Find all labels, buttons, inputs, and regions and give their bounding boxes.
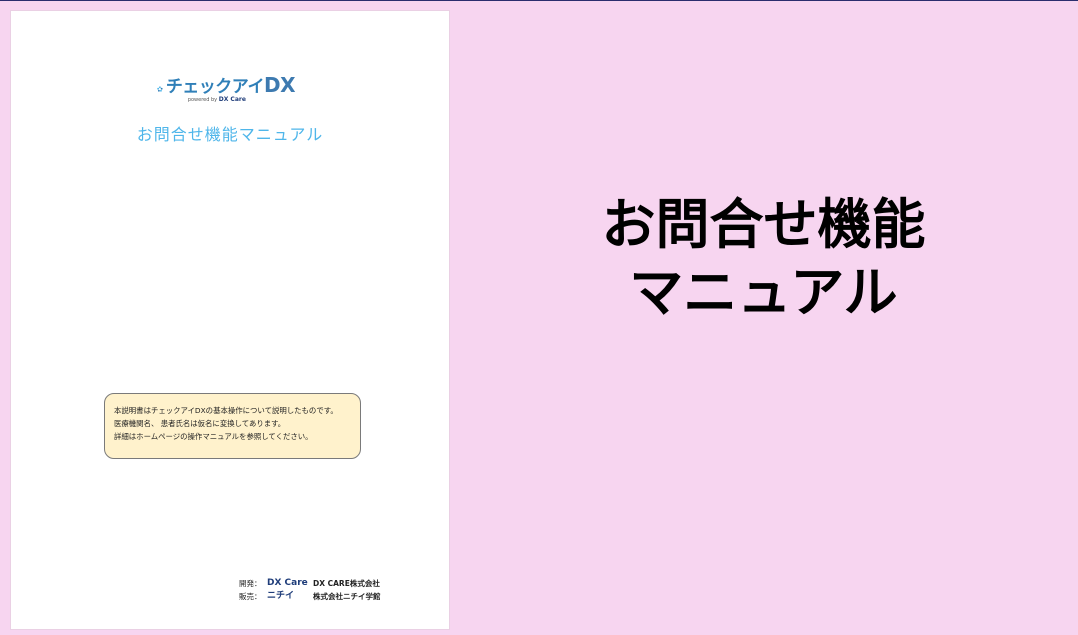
notice-line: 本説明書はチェックアイDXの基本操作について説明したものです。 xyxy=(114,406,338,415)
credit-label: 販売： xyxy=(239,592,262,601)
page-title: お問合せ機能 マニュアル xyxy=(449,191,1078,327)
title-line: マニュアル xyxy=(629,261,898,324)
logo-powered-by: powered by xyxy=(187,97,218,103)
credit-seller: 販売： ニチイ 株式会社ニチイ学館 xyxy=(239,590,381,603)
nichii-logo: ニチイ xyxy=(267,591,295,601)
cover-subtitle: お問合せ機能マニュアル xyxy=(136,125,324,144)
logo-powered-brand: DX Care xyxy=(218,96,246,103)
credits: 開発： DX Care DX CARE株式会社 販売： ニチイ 株式会社ニチイ学… xyxy=(239,577,381,603)
notice-line: 詳細はホームページの操作マニュアルを参照してください。 xyxy=(114,432,313,441)
logo-flower-icon xyxy=(157,86,163,92)
credit-label: 開発： xyxy=(239,579,262,588)
checkeye-dx-logo: チェックアイDX powered by DX Care xyxy=(157,73,296,107)
title-line: お問合せ機能 xyxy=(601,193,926,256)
logo-brand: チェックアイ xyxy=(165,77,265,97)
dxcare-logo: DX Care xyxy=(267,578,308,588)
credit-developer: 開発： DX Care DX CARE株式会社 xyxy=(239,577,381,590)
manual-cover-page: チェックアイDX powered by DX Care お問合せ機能マニュアル … xyxy=(11,11,449,629)
notice-box: 本説明書はチェックアイDXの基本操作について説明したものです。 医療機関名、 患… xyxy=(104,393,361,459)
notice-line: 医療機関名、 患者氏名は仮名に変換してあります。 xyxy=(114,419,286,428)
credit-company: 株式会社ニチイ学館 xyxy=(313,592,381,601)
credit-company: DX CARE株式会社 xyxy=(313,579,380,588)
logo-brand-suffix: DX xyxy=(263,73,296,97)
